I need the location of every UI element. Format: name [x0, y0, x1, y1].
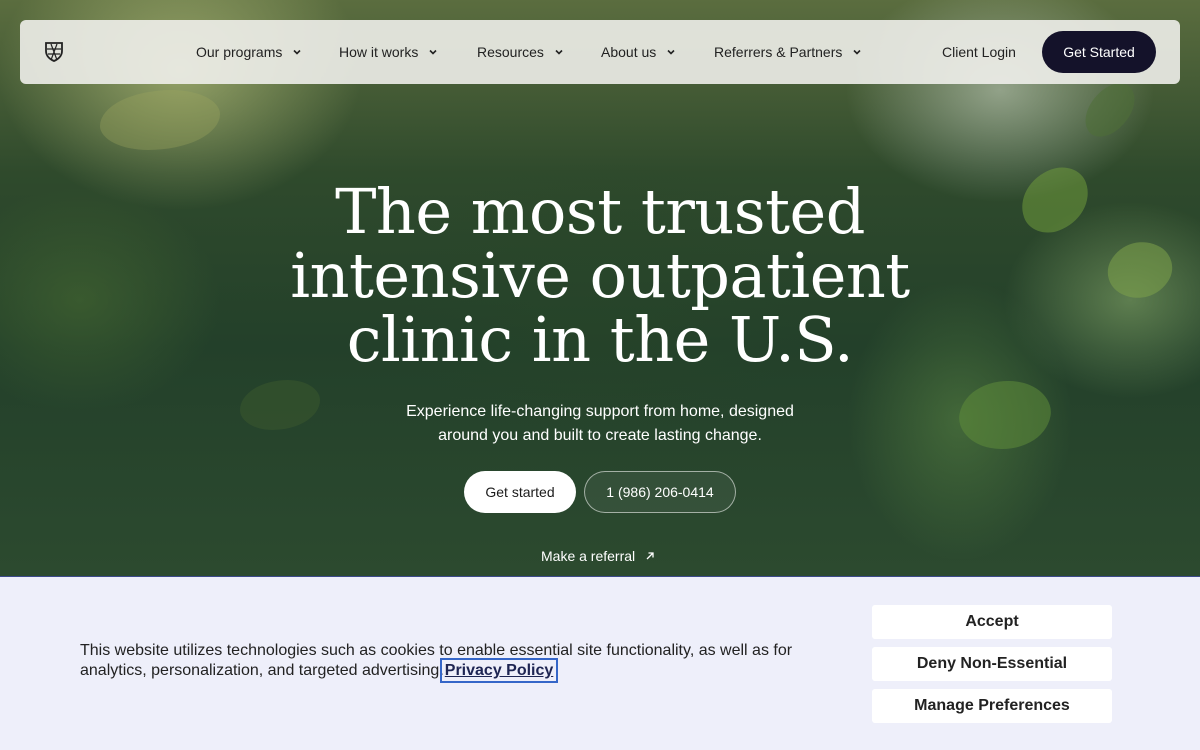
get-started-button[interactable]: Get started: [464, 471, 576, 513]
chevron-down-icon: [853, 49, 861, 55]
nav-item-label: Our programs: [196, 44, 283, 60]
referral-label: Make a referral: [541, 548, 636, 564]
hero-section: Our programs How it works Resources Abou…: [0, 0, 1200, 576]
chevron-down-icon: [555, 49, 563, 55]
top-navigation: Our programs How it works Resources Abou…: [20, 20, 1180, 84]
chevron-down-icon: [429, 49, 437, 55]
make-referral-link[interactable]: Make a referral: [541, 547, 655, 565]
nav-item-referrers-partners[interactable]: Referrers & Partners: [714, 43, 862, 61]
get-started-nav-button[interactable]: Get Started: [1042, 31, 1156, 73]
chevron-down-icon: [293, 49, 301, 55]
shield-logo-icon[interactable]: [42, 40, 66, 64]
hero-headline: The most trusted intensive outpatient cl…: [200, 180, 1000, 372]
hero-subtext: Experience life-changing support from ho…: [406, 403, 794, 444]
phone-button[interactable]: 1 (986) 206-0414: [584, 471, 736, 513]
background-leaf: [954, 372, 1056, 458]
background-leaf: [1074, 75, 1146, 145]
nav-item-label: About us: [601, 44, 657, 60]
nav-item-about-us[interactable]: About us: [601, 43, 676, 61]
nav-item-label: How it works: [339, 44, 419, 60]
chevron-down-icon: [667, 49, 675, 55]
nav-item-label: Referrers & Partners: [714, 44, 843, 60]
cookie-message: This website utilizes technologies such …: [80, 642, 793, 679]
nav-item-how-it-works[interactable]: How it works: [339, 43, 438, 61]
client-login-link[interactable]: Client Login: [942, 43, 1016, 61]
nav-item-resources[interactable]: Resources: [477, 43, 564, 61]
headline-line: intensive outpatient: [290, 239, 910, 312]
background-leaf: [240, 380, 320, 430]
nav-item-our-programs[interactable]: Our programs: [196, 43, 302, 61]
cookie-banner-text: This website utilizes technologies such …: [80, 641, 840, 683]
arrow-up-right-icon: [646, 552, 654, 560]
nav-item-label: Resources: [477, 44, 544, 60]
privacy-policy-link[interactable]: Privacy Policy: [439, 658, 559, 683]
cookie-banner: This website utilizes technologies such …: [0, 576, 1200, 750]
manage-preferences-button[interactable]: Manage Preferences: [872, 689, 1112, 723]
accept-cookies-button[interactable]: Accept: [872, 605, 1112, 639]
headline-line: The most trusted: [335, 175, 865, 248]
deny-non-essential-button[interactable]: Deny Non-Essential: [872, 647, 1112, 681]
background-leaf: [1099, 229, 1181, 311]
background-leaf: [100, 90, 220, 150]
headline-line: clinic in the U.S.: [346, 303, 854, 376]
background-leaf: [1011, 159, 1099, 241]
